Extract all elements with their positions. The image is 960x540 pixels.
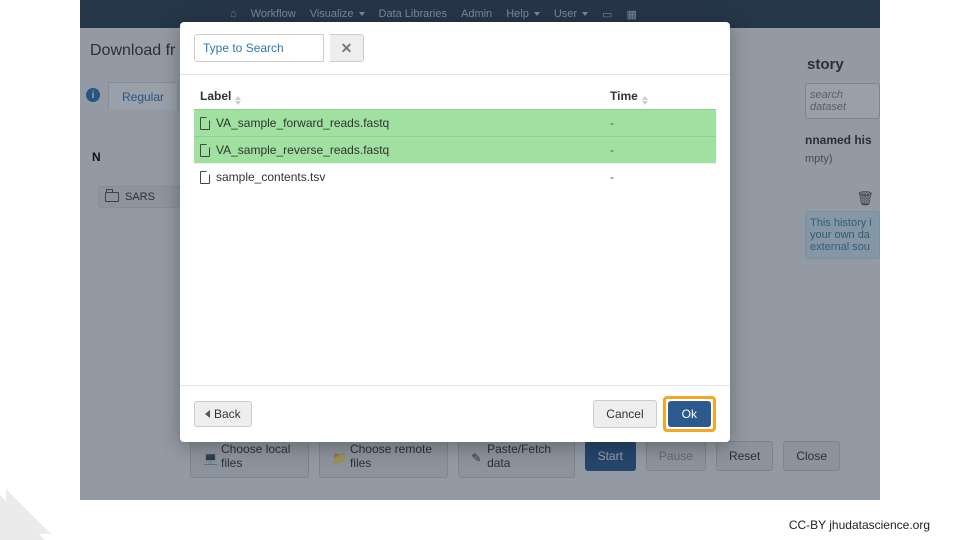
clear-search-button[interactable]: ✕ (330, 34, 364, 62)
sort-icon (235, 96, 241, 105)
ok-button[interactable]: Ok (668, 401, 711, 427)
cancel-button[interactable]: Cancel (593, 400, 656, 428)
chevron-left-icon (205, 410, 210, 418)
modal-footer: Back Cancel Ok (180, 385, 730, 442)
file-row[interactable]: sample_contents.tsv - (194, 163, 716, 190)
table-header: Label Time (194, 85, 716, 109)
modal-header: Type to Search ✕ (180, 22, 730, 75)
modal-body: Label Time VA_sample_forward_reads.fastq… (180, 75, 730, 385)
file-icon (200, 144, 210, 157)
file-row[interactable]: VA_sample_reverse_reads.fastq - (194, 136, 716, 163)
file-icon (200, 117, 210, 130)
col-label[interactable]: Label (200, 89, 610, 105)
search-input[interactable]: Type to Search (194, 34, 324, 62)
attribution: CC-BY jhudatascience.org (789, 518, 930, 532)
app-window: ⌂ Workflow Visualize Data Libraries Admi… (80, 0, 880, 500)
ok-highlight: Ok (663, 396, 716, 432)
file-icon (200, 171, 210, 184)
back-button[interactable]: Back (194, 401, 252, 427)
col-time[interactable]: Time (610, 89, 710, 105)
remote-files-modal: Type to Search ✕ Label Time VA_sample_fo… (180, 22, 730, 442)
page-fold-icon (0, 495, 45, 540)
sort-icon (642, 96, 648, 105)
file-row[interactable]: VA_sample_forward_reads.fastq - (194, 109, 716, 136)
